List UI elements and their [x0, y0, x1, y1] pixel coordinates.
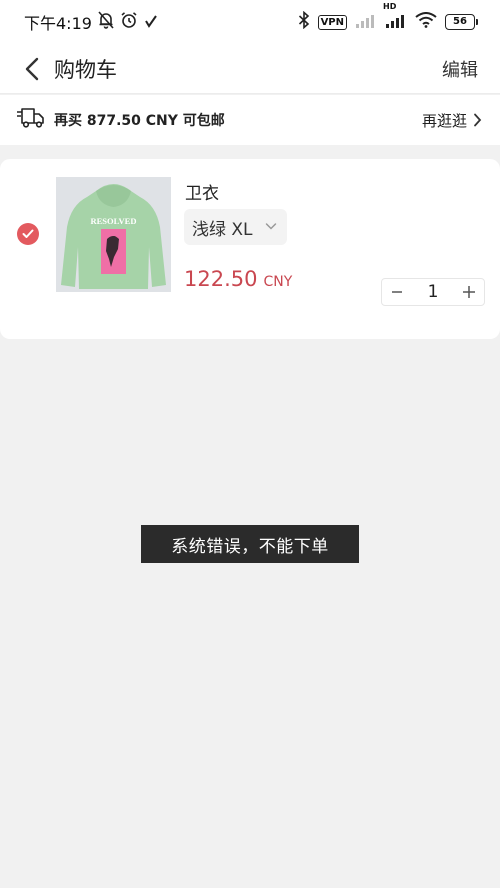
product-image[interactable]: RESOLVED: [56, 177, 171, 292]
signal-strong-icon: HD: [383, 2, 407, 32]
continue-shopping-label: 再逛逛: [421, 111, 467, 130]
continue-shopping-link[interactable]: 再逛逛: [422, 110, 482, 131]
chevron-down-icon: [265, 223, 277, 230]
edit-button[interactable]: 编辑: [442, 56, 478, 82]
error-toast: 系统错误，不能下单: [141, 525, 359, 563]
checkmark-icon: [22, 229, 34, 238]
increase-quantity-button[interactable]: [454, 279, 484, 305]
decrease-quantity-button[interactable]: [382, 279, 412, 305]
status-left: 下午4:19: [24, 10, 158, 34]
wifi-icon: [415, 12, 437, 32]
page-title: 购物车: [54, 57, 117, 82]
item-select-checkbox[interactable]: [17, 223, 39, 245]
minus-icon: [392, 291, 402, 293]
variant-selector[interactable]: 浅绿 XL: [184, 209, 287, 245]
quantity-value[interactable]: 1: [412, 282, 454, 302]
back-button[interactable]: [24, 55, 48, 83]
quantity-stepper: 1: [381, 278, 485, 306]
signal-weak-icon: [355, 12, 377, 32]
free-shipping-bar: 再买 877.50 CNY 可包邮 再逛逛: [0, 95, 500, 145]
toast-message: 系统错误，不能下单: [171, 536, 329, 557]
product-name: 卫衣: [185, 184, 219, 204]
status-bar: 下午4:19 VPN HD 56: [0, 0, 500, 44]
muted-bell-icon: [98, 11, 114, 33]
alarm-clock-icon: [120, 11, 138, 33]
nav-bar: 购物车 编辑: [0, 44, 500, 94]
delivery-truck-icon: [16, 107, 46, 133]
plus-icon: [463, 286, 475, 298]
free-shipping-text: 再买 877.50 CNY 可包邮: [54, 113, 225, 129]
battery-tip: [476, 19, 478, 25]
cart-item-card: RESOLVED 卫衣 浅绿 XL 122.50 CNY 1: [0, 159, 500, 339]
chevron-right-icon: [474, 113, 482, 127]
chevron-left-icon: [25, 57, 39, 80]
check-mark-status-icon: [144, 13, 158, 32]
network-type-label: HD: [383, 2, 397, 11]
hoodie-image: RESOLVED: [56, 177, 171, 292]
battery-level: 56: [445, 14, 475, 30]
bluetooth-icon: [298, 10, 310, 33]
battery-icon: 56: [445, 14, 478, 30]
item-price: 122.50 CNY: [184, 267, 292, 291]
status-right: VPN HD 56: [298, 2, 478, 33]
variant-label: 浅绿 XL: [192, 219, 253, 240]
vpn-badge: VPN: [317, 14, 347, 30]
price-currency: CNY: [263, 274, 293, 290]
status-time: 下午4:19: [24, 14, 92, 33]
price-value: 122.50: [184, 267, 258, 291]
hoodie-print-text: RESOLVED: [91, 216, 137, 226]
